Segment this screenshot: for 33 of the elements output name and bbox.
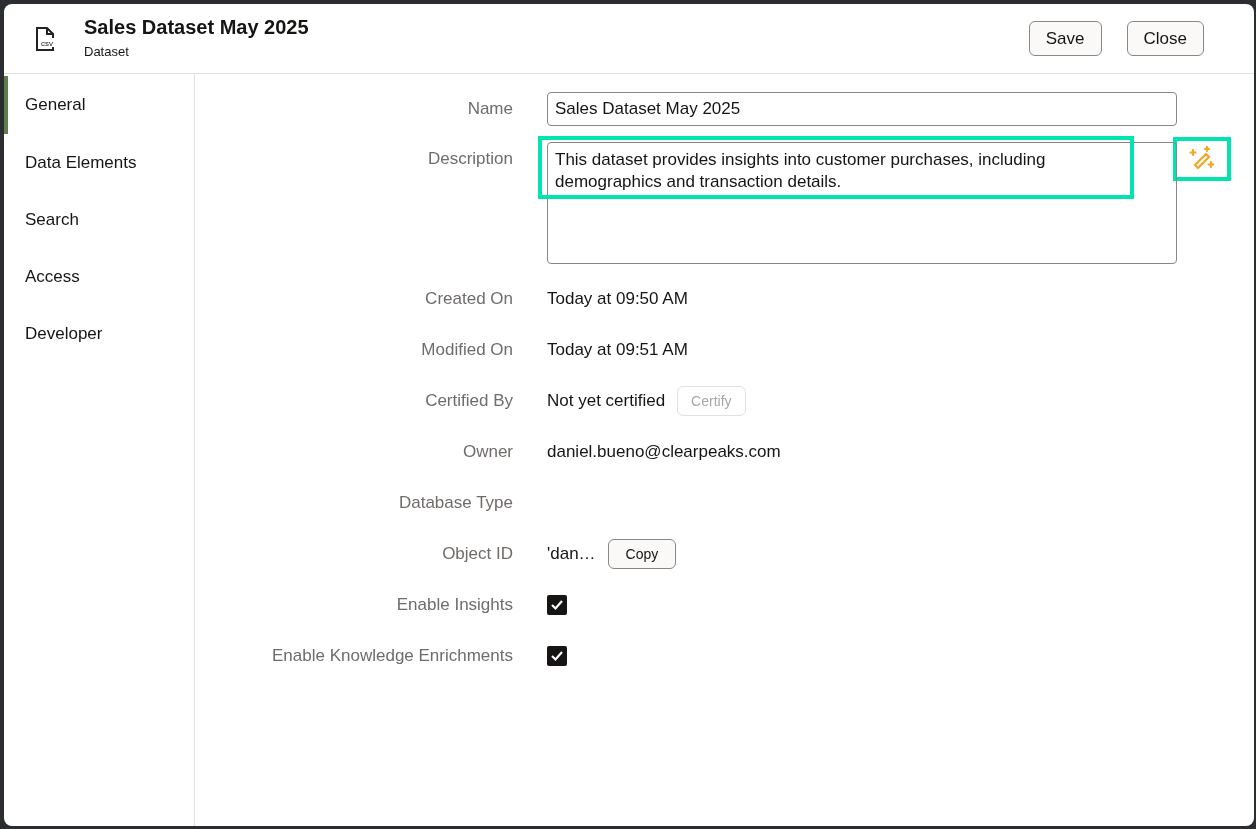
field-label: Name xyxy=(467,98,513,120)
save-button[interactable]: Save xyxy=(1028,21,1102,56)
dialog-subtitle: Dataset xyxy=(84,43,130,62)
field-label: Modified On xyxy=(421,339,513,361)
sidebar-tab[interactable]: Search xyxy=(4,191,194,248)
field-value: 'dan… xyxy=(547,543,596,565)
magic-wand-icon xyxy=(1189,146,1215,172)
checkbox[interactable] xyxy=(547,595,567,615)
field-label: Owner xyxy=(462,441,513,463)
sidebar-tab[interactable]: Developer xyxy=(4,305,194,362)
close-button[interactable]: Close xyxy=(1126,21,1204,56)
field-label: Object ID xyxy=(442,543,513,565)
copy-button[interactable]: Copy xyxy=(607,539,677,569)
description-field[interactable]: This dataset provides insights into customer purchases, including demographics and transaction details. xyxy=(547,142,1177,264)
checkmark-icon xyxy=(550,598,564,612)
field-label: Certified By xyxy=(425,390,513,412)
name-field[interactable]: Sales Dataset May 2025 xyxy=(547,92,1177,126)
field-label: Database Type xyxy=(398,492,513,514)
field-label: Description xyxy=(427,148,513,170)
dialog-title: Sales Dataset May 2025 xyxy=(84,15,309,41)
checkbox[interactable] xyxy=(547,646,567,666)
field-label: Enable Insights xyxy=(396,594,513,616)
field-value: Today at 09:51 AM xyxy=(547,339,688,361)
field-value: daniel.bueno@clearpeaks.com xyxy=(547,441,781,463)
checkmark-icon xyxy=(550,649,564,663)
field-label: Created On xyxy=(425,288,513,310)
sidebar-tab[interactable]: General xyxy=(4,76,194,134)
sidebar-tab[interactable]: Data Elements xyxy=(4,134,194,191)
field-label: Enable Knowledge Enrichments xyxy=(272,645,513,667)
field-value: Today at 09:50 AM xyxy=(547,288,688,310)
icon-label: csv xyxy=(41,38,53,48)
field-value: Not yet certified xyxy=(547,390,666,412)
sidebar-tab[interactable]: Access xyxy=(4,248,194,305)
